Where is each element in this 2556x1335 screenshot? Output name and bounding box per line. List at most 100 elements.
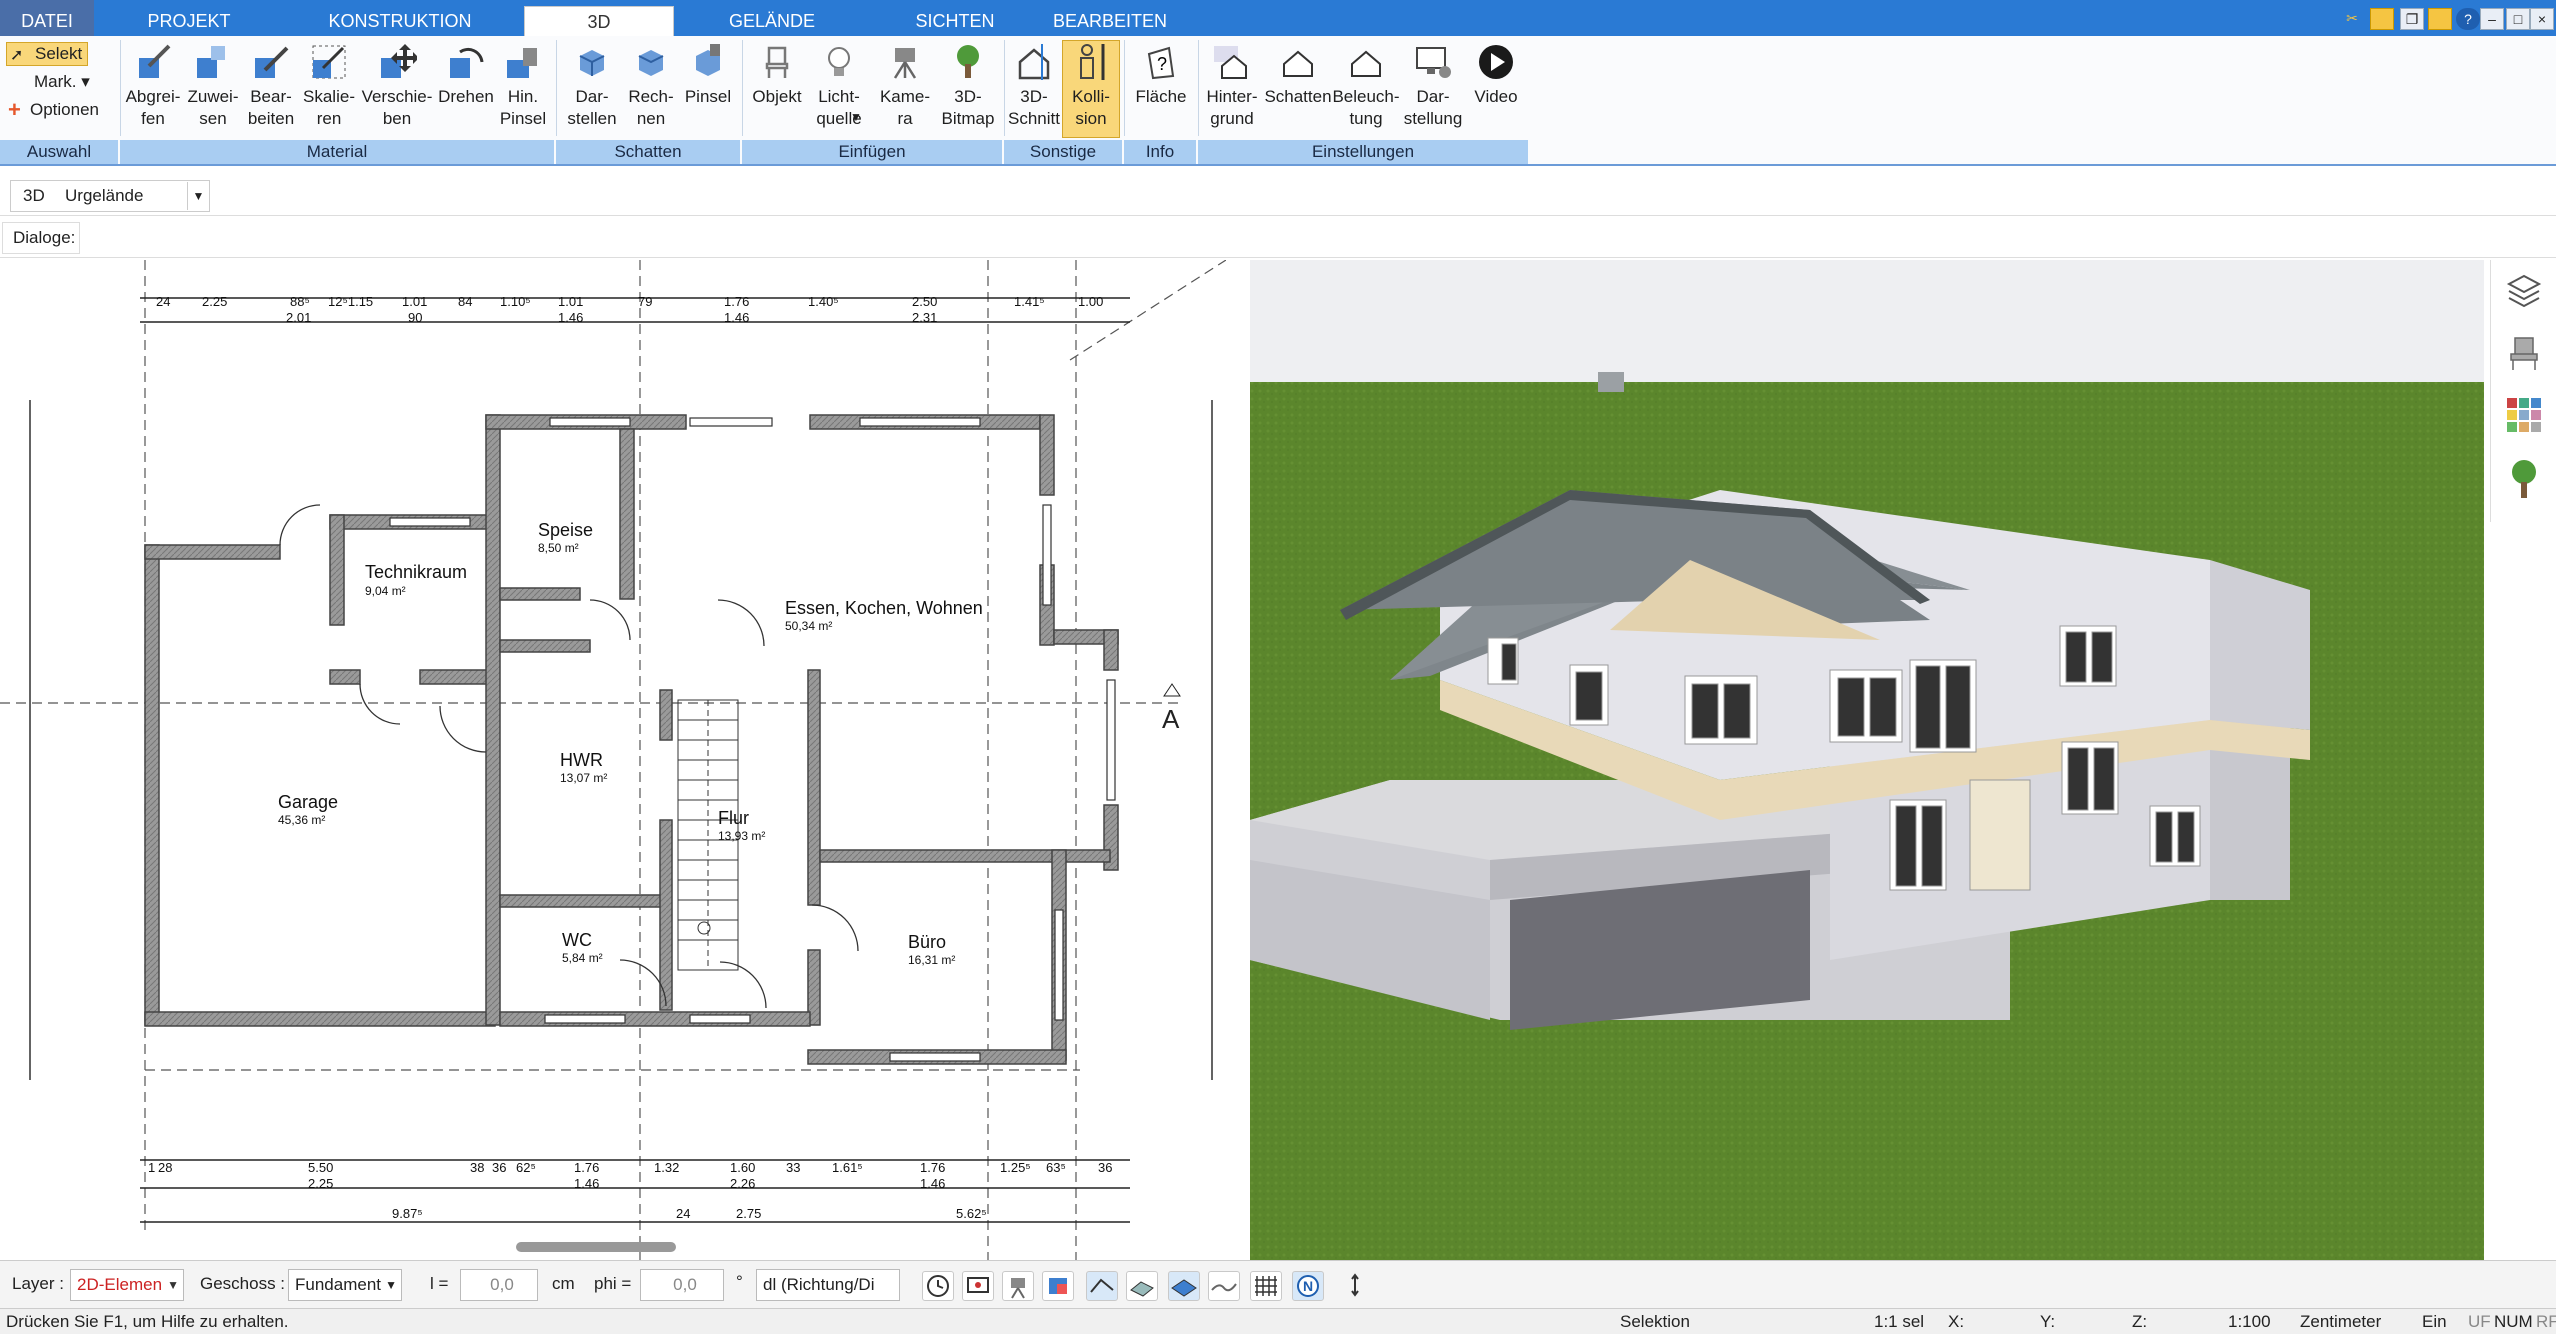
dimension-label: 1.25⁵ bbox=[1000, 1160, 1031, 1175]
restore-icon[interactable]: ❐ bbox=[2400, 8, 2424, 30]
tools-icon[interactable]: ✂ bbox=[2340, 8, 2364, 30]
tab-konstruktion[interactable]: KONSTRUKTION bbox=[320, 0, 480, 36]
window-icon[interactable] bbox=[2370, 8, 2394, 30]
furniture-icon[interactable] bbox=[2505, 334, 2543, 372]
objekt-button[interactable]: Objekt bbox=[746, 42, 808, 108]
room-area: 13,07 m² bbox=[560, 771, 607, 785]
tab-gelaende[interactable]: GELÄNDE bbox=[712, 0, 832, 36]
materials-icon[interactable] bbox=[2505, 396, 2543, 434]
mark-button[interactable]: Mark. ▾ bbox=[12, 72, 90, 92]
lightbulb-icon bbox=[828, 47, 850, 76]
floor-view-icon[interactable] bbox=[1168, 1271, 1200, 1301]
north-icon[interactable]: N bbox=[1292, 1271, 1324, 1301]
video-button[interactable]: Video bbox=[1466, 42, 1526, 108]
tab-3d[interactable]: 3D bbox=[524, 6, 674, 36]
screen-icon[interactable] bbox=[962, 1271, 994, 1301]
maximize-icon[interactable]: □ bbox=[2506, 8, 2530, 30]
phi-input[interactable]: 0,0 bbox=[640, 1269, 724, 1301]
dimension-label: 1 bbox=[148, 1160, 155, 1175]
terrain-view-icon[interactable] bbox=[1208, 1271, 1240, 1301]
dimension-label: 5.62⁵ bbox=[956, 1206, 987, 1221]
room-area: 45,36 m² bbox=[278, 813, 325, 827]
tab-sichten[interactable]: SICHTEN bbox=[900, 0, 1010, 36]
phi-unit: ° bbox=[736, 1272, 743, 1291]
style-icon[interactable] bbox=[2428, 8, 2452, 30]
verschieben-label: Verschie- ben bbox=[361, 87, 433, 128]
scale-text: 1:100 bbox=[2228, 1312, 2271, 1331]
zuweisen-button[interactable]: Zuwei- sen bbox=[184, 42, 242, 130]
3d-schnitt-button[interactable]: 3D- Schnitt bbox=[1006, 42, 1062, 130]
view-toolbar: 3D Urgelände ▼ bbox=[0, 168, 2556, 216]
eyedropper-icon bbox=[139, 44, 171, 78]
room-name: HWR bbox=[560, 750, 603, 770]
plus-icon: + bbox=[8, 97, 21, 122]
verschieben-button[interactable]: Verschie- ben bbox=[358, 42, 436, 130]
hin-pinsel-button[interactable]: Hin. Pinsel bbox=[496, 42, 550, 130]
layers-icon[interactable] bbox=[2505, 272, 2543, 310]
close-icon[interactable]: × bbox=[2530, 8, 2554, 30]
horizontal-scrollbar[interactable] bbox=[516, 1242, 676, 1252]
layer-select[interactable]: 2D-Elemen ▼ bbox=[70, 1269, 184, 1301]
more-icon[interactable] bbox=[1340, 1271, 1372, 1301]
camera-small-icon[interactable] bbox=[1002, 1271, 1034, 1301]
selection-text: 1:1 sel bbox=[1874, 1312, 1925, 1331]
abgreifen-label: Abgrei- fen bbox=[125, 87, 181, 128]
rechnen-button[interactable]: Rech- nen bbox=[624, 42, 678, 130]
dimension-label: 1.61⁵ bbox=[832, 1160, 863, 1175]
darstellen-button[interactable]: Dar- stellen bbox=[560, 42, 624, 130]
grid-icon[interactable] bbox=[1250, 1271, 1282, 1301]
tab-projekt[interactable]: PROJEKT bbox=[130, 0, 248, 36]
dimension-label: 2.31 bbox=[912, 310, 937, 325]
flaeche-button[interactable]: ? Fläche bbox=[1128, 42, 1194, 108]
cube-brush-icon bbox=[696, 44, 720, 76]
phi-label: phi = bbox=[594, 1274, 632, 1293]
optionen-label: Optionen bbox=[30, 100, 99, 119]
3d-view[interactable] bbox=[1250, 260, 2484, 1260]
dimension-label: 1.60 bbox=[730, 1160, 755, 1175]
terrain-selector[interactable]: 3D Urgelände ▼ bbox=[10, 180, 210, 212]
pinsel-button[interactable]: Pinsel bbox=[678, 42, 738, 108]
abgreifen-button[interactable]: Abgrei- fen bbox=[122, 42, 184, 130]
tab-datei[interactable]: DATEI bbox=[0, 0, 94, 36]
video-label: Video bbox=[1474, 87, 1518, 106]
roof-view-icon[interactable] bbox=[1086, 1271, 1118, 1301]
dimension-label: 36 bbox=[1098, 1160, 1112, 1175]
plants-icon[interactable] bbox=[2505, 458, 2543, 500]
kollision-button[interactable]: Kolli- sion bbox=[1062, 42, 1120, 130]
skalieren-button[interactable]: Skalie- ren bbox=[300, 42, 358, 130]
drehen-button[interactable]: Drehen bbox=[436, 42, 496, 108]
dimension-label: 63⁵ bbox=[1046, 1160, 1066, 1175]
dl-select[interactable]: dl (Richtung/Di bbox=[756, 1269, 900, 1301]
dimension-label: 24 bbox=[156, 294, 170, 309]
terrain-value: Urgelände bbox=[65, 186, 144, 205]
bearbeiten-button[interactable]: Bear- beiten bbox=[242, 42, 300, 130]
shadow-house-icon bbox=[1283, 50, 1313, 77]
clock-icon[interactable] bbox=[922, 1271, 954, 1301]
hintergrund-button[interactable]: Hinter- grund bbox=[1200, 42, 1264, 130]
kollision-label: Kolli- sion bbox=[1072, 87, 1110, 128]
phi-value: 0,0 bbox=[673, 1275, 697, 1294]
help-icon[interactable]: ? bbox=[2456, 8, 2480, 30]
geschoss-value: Fundament bbox=[295, 1275, 381, 1294]
floor-plan-canvas[interactable]: A Technikraum 9,04 m² Speise 8,50 m² Ess… bbox=[0, 260, 1226, 1260]
floor-plan-view[interactable]: A Technikraum 9,04 m² Speise 8,50 m² Ess… bbox=[0, 260, 1226, 1260]
tab-bearbeiten[interactable]: BEARBEITEN bbox=[1050, 0, 1170, 36]
dimension-label: 1.46 bbox=[724, 310, 749, 325]
geschoss-select[interactable]: Fundament ▼ bbox=[288, 1269, 402, 1301]
lichtquelle-button[interactable]: Licht- quelle ▼ bbox=[808, 42, 870, 130]
3d-bitmap-button[interactable]: 3D- Bitmap bbox=[936, 42, 1000, 130]
camera-icon bbox=[893, 48, 917, 79]
minimize-icon[interactable]: – bbox=[2480, 8, 2504, 30]
darstellung-button[interactable]: Dar- stellung bbox=[1402, 42, 1464, 130]
beleuchtung-button[interactable]: Beleuch- tung bbox=[1332, 42, 1400, 130]
kamera-button[interactable]: Kame- ra bbox=[874, 42, 936, 130]
render-icon[interactable] bbox=[1042, 1271, 1074, 1301]
length-input[interactable]: 0,0 bbox=[460, 1269, 538, 1301]
help-text: Drücken Sie F1, um Hilfe zu erhalten. bbox=[6, 1312, 289, 1331]
area-info-icon: ? bbox=[1147, 46, 1175, 80]
3d-house-render[interactable] bbox=[1250, 260, 2484, 1260]
optionen-button[interactable]: + Optionen bbox=[8, 97, 99, 122]
dl-value: dl (Richtung/Di bbox=[763, 1275, 875, 1294]
wall-view-icon[interactable] bbox=[1126, 1271, 1158, 1301]
schatten-settings-button[interactable]: Schatten bbox=[1264, 42, 1332, 108]
